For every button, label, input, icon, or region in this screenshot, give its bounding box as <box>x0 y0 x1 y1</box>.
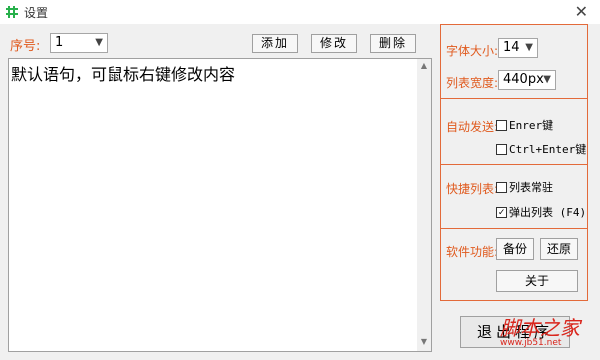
checkbox-box[interactable] <box>496 143 507 155</box>
title-bar: 设置 ✕ <box>0 0 600 24</box>
scroll-down-icon[interactable]: ▼ <box>417 337 431 349</box>
check-icon[interactable]: ✓ <box>496 206 507 218</box>
divider <box>440 24 588 25</box>
serial-select[interactable]: 1 ▼ <box>50 33 108 53</box>
ctrl-enter-label: Ctrl+Enter键 <box>509 143 587 156</box>
delete-button[interactable]: 删除 <box>370 34 416 53</box>
divider <box>440 164 588 165</box>
backup-button[interactable]: 备份 <box>496 238 534 260</box>
serial-label: 序号: <box>10 39 41 54</box>
chevron-down-icon: ▼ <box>543 74 551 85</box>
quick-list-label: 快捷列表: <box>446 182 499 196</box>
app-icon <box>6 6 18 18</box>
watermark-url: www.jb51.net <box>500 338 562 348</box>
list-width-select[interactable]: 440px ▼ <box>498 70 556 90</box>
checkbox-box[interactable] <box>496 181 507 193</box>
software-label: 软件功能: <box>446 245 499 259</box>
auto-send-label: 自动发送: <box>446 120 499 134</box>
phrase-textarea[interactable]: 默认语句，可鼠标右键修改内容 ▲ ▼ <box>8 58 432 352</box>
window-title: 设置 <box>24 6 49 20</box>
font-size-label: 字体大小: <box>446 44 499 58</box>
ctrl-enter-checkbox[interactable]: Ctrl+Enter键 <box>496 141 586 157</box>
enter-key-label: Enrer键 <box>509 119 554 132</box>
vertical-scrollbar[interactable]: ▲ ▼ <box>417 59 431 351</box>
font-size-select[interactable]: 14 ▼ <box>498 38 538 58</box>
close-icon[interactable]: ✕ <box>575 2 588 21</box>
list-width-value: 440px <box>503 72 544 87</box>
phrase-text: 默认语句，可鼠标右键修改内容 <box>11 65 236 84</box>
list-pinned-checkbox[interactable]: 列表常驻 <box>496 179 553 195</box>
checkbox-box[interactable] <box>496 119 507 131</box>
scroll-up-icon[interactable]: ▲ <box>417 61 431 73</box>
list-width-label: 列表宽度: <box>446 76 499 90</box>
divider <box>440 228 588 229</box>
chevron-down-icon: ▼ <box>525 42 533 53</box>
edit-button[interactable]: 修改 <box>311 34 357 53</box>
add-button[interactable]: 添加 <box>252 34 298 53</box>
popup-list-checkbox[interactable]: ✓ 弹出列表 (F4) <box>496 204 586 220</box>
font-size-value: 14 <box>503 40 520 55</box>
chevron-down-icon: ▼ <box>95 37 103 48</box>
serial-value: 1 <box>55 35 64 50</box>
about-button[interactable]: 关于 <box>496 270 578 292</box>
watermark-logo: 脚本之家 <box>500 316 580 340</box>
list-pinned-label: 列表常驻 <box>509 181 553 194</box>
enter-key-checkbox[interactable]: Enrer键 <box>496 117 553 133</box>
popup-list-label: 弹出列表 (F4) <box>509 206 587 219</box>
restore-button[interactable]: 还原 <box>540 238 578 260</box>
divider <box>440 300 588 301</box>
divider <box>440 98 588 99</box>
